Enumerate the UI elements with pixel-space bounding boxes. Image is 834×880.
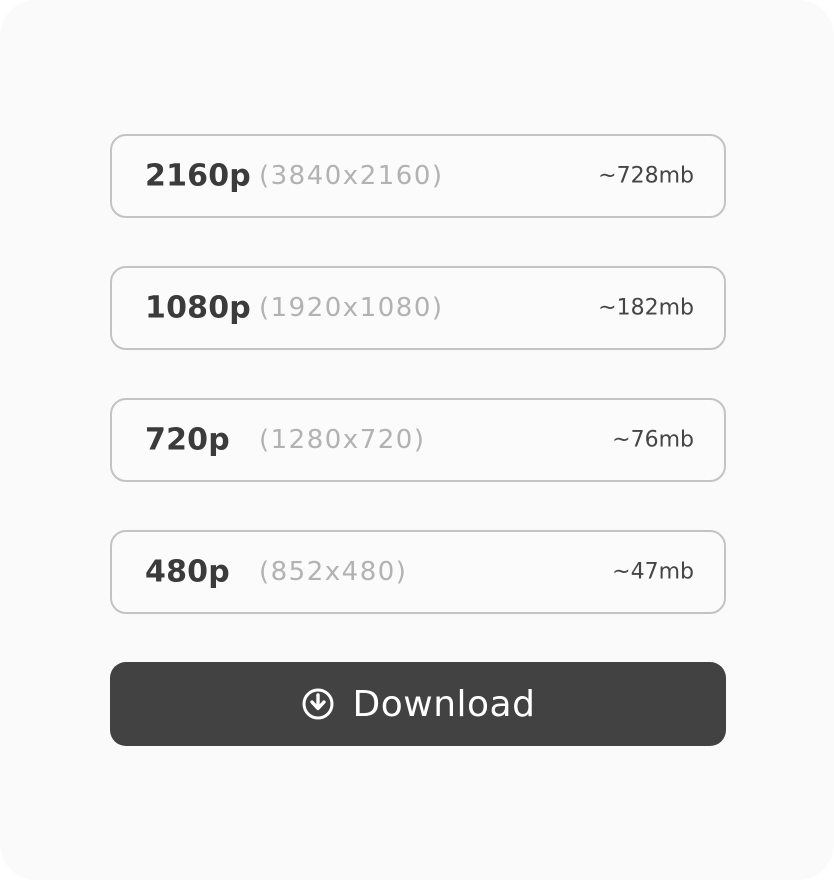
resolution-option-1080p[interactable]: 1080p (1920x1080) ~182mb: [110, 266, 726, 350]
option-dimensions: (3840x2160): [259, 161, 444, 191]
option-resolution: 2160p: [145, 158, 251, 194]
resolution-option-480p[interactable]: 480p (852x480) ~47mb: [110, 530, 726, 614]
option-resolution: 720p: [145, 422, 230, 458]
option-dimensions: (852x480): [259, 557, 408, 587]
option-file-size: ~182mb: [598, 295, 694, 321]
download-button-label: Download: [352, 683, 536, 725]
option-file-size: ~728mb: [598, 163, 694, 189]
download-card: 2160p (3840x2160) ~728mb 1080p (1920x108…: [0, 0, 834, 880]
download-circle-icon: [301, 687, 335, 721]
resolution-options: 2160p (3840x2160) ~728mb 1080p (1920x108…: [110, 134, 726, 662]
download-button[interactable]: Download: [110, 662, 726, 746]
option-dimensions: (1920x1080): [259, 293, 444, 323]
resolution-option-2160p[interactable]: 2160p (3840x2160) ~728mb: [110, 134, 726, 218]
option-file-size: ~47mb: [612, 559, 694, 585]
option-resolution: 1080p: [145, 290, 251, 326]
resolution-option-720p[interactable]: 720p (1280x720) ~76mb: [110, 398, 726, 482]
option-resolution: 480p: [145, 554, 230, 590]
option-file-size: ~76mb: [612, 427, 694, 453]
option-dimensions: (1280x720): [259, 425, 426, 455]
